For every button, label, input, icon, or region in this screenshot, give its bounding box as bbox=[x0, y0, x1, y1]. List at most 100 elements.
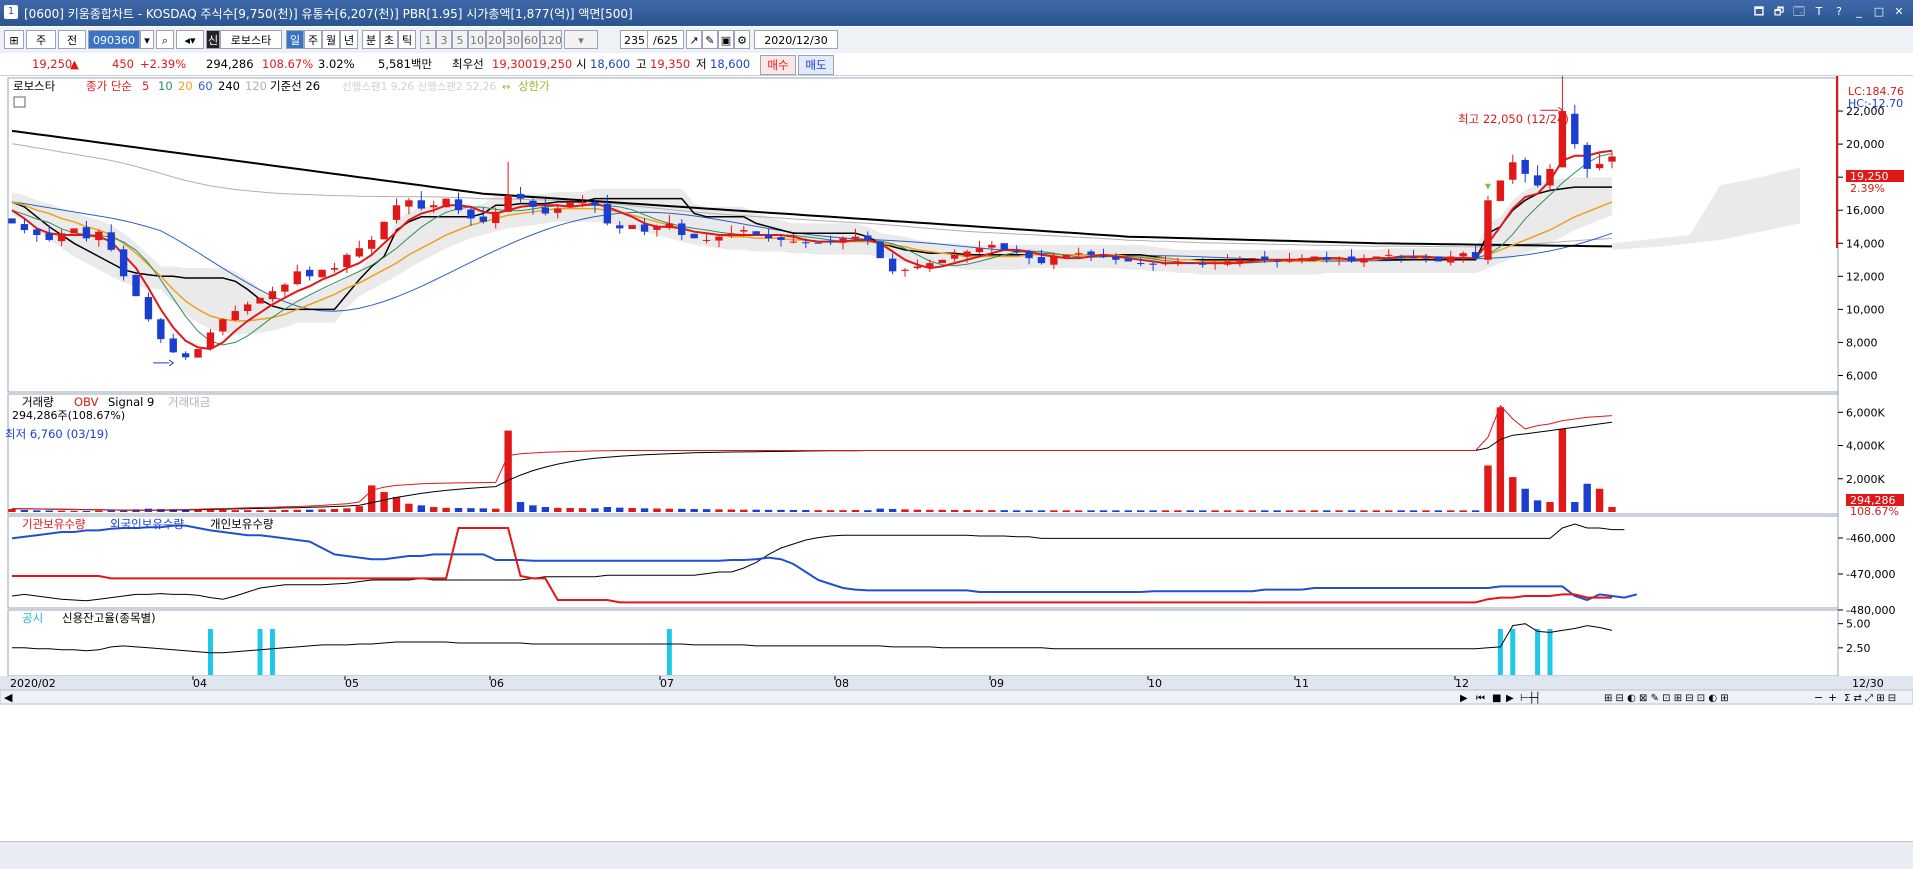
code-input[interactable]: 090360 bbox=[88, 30, 140, 49]
period-week[interactable]: 주 bbox=[304, 30, 322, 49]
volume-bar bbox=[1484, 465, 1492, 512]
sell-button[interactable]: 매도 bbox=[798, 55, 834, 75]
low-price: 18,600 bbox=[710, 57, 751, 71]
market-select[interactable]: 주 bbox=[26, 30, 56, 49]
volume-bar bbox=[888, 509, 897, 512]
candle-body bbox=[988, 244, 996, 248]
date-input[interactable]: 2020/12/30 bbox=[754, 30, 838, 49]
volume-bar bbox=[628, 508, 636, 512]
candle-body bbox=[1124, 258, 1132, 262]
minimize-icon[interactable]: _ bbox=[1851, 4, 1867, 20]
volume-bar bbox=[566, 508, 574, 512]
candle-body bbox=[1397, 256, 1405, 258]
settings-icon[interactable]: ⚙ bbox=[734, 30, 750, 49]
window-icon[interactable]: 🗔 bbox=[1791, 4, 1807, 20]
open-price: 18,600 bbox=[590, 57, 631, 71]
minute-20[interactable]: 20 bbox=[486, 30, 504, 49]
legend-ma20: 20 bbox=[178, 79, 193, 93]
period-day[interactable]: 일 bbox=[286, 30, 304, 49]
buy-button[interactable]: 매수 bbox=[760, 55, 796, 75]
candle-body bbox=[268, 291, 277, 300]
legend-institution: 기관보유수량 bbox=[22, 517, 86, 531]
volume-bar bbox=[1161, 510, 1170, 512]
volume-bar bbox=[1459, 510, 1467, 512]
minute-120[interactable]: 120 bbox=[540, 30, 562, 49]
tools-icon[interactable]: ⊞ ⊟ ◐ ⊠ ✎ ⊡ ⊞ ⊟ ⊡ ◐ ⊞ bbox=[1604, 693, 1729, 704]
scroll-controls[interactable]: ▶ ⏮ ■ ▶ ⊢┼┤ ⊞ ⊟ ◐ ⊠ ✎ ⊡ ⊞ ⊟ ⊡ ◐ ⊞ − + Σ … bbox=[1460, 691, 1896, 704]
maximize-button-icon[interactable]: □ bbox=[1871, 4, 1887, 20]
disclosure-bar bbox=[1510, 629, 1516, 675]
first-page-icon[interactable]: ⏮ bbox=[1476, 693, 1485, 704]
minute-1[interactable]: 1 bbox=[420, 30, 436, 49]
holdings-tick-label: -470,000 bbox=[1846, 568, 1895, 581]
period-month[interactable]: 월 bbox=[322, 30, 340, 49]
maximize-icon[interactable]: 🗖 bbox=[1751, 4, 1767, 20]
minute-10[interactable]: 10 bbox=[468, 30, 486, 49]
candle-body bbox=[1372, 256, 1381, 259]
play-icon[interactable]: ▶ bbox=[1506, 693, 1514, 704]
candle-body bbox=[665, 223, 674, 228]
restore-icon[interactable]: 🗗 bbox=[1771, 4, 1787, 20]
minute-3[interactable]: 3 bbox=[436, 30, 452, 49]
scroll-left-icon[interactable]: ◀ bbox=[4, 691, 13, 704]
volume-bar bbox=[1471, 510, 1480, 512]
save-icon[interactable]: ▣ bbox=[718, 30, 734, 49]
candle-body bbox=[1360, 258, 1368, 263]
disclosure-bar bbox=[257, 629, 263, 675]
period-minute[interactable]: 분 bbox=[362, 30, 380, 49]
zoom-in-icon[interactable]: + bbox=[1828, 691, 1837, 704]
draw-tool-icon[interactable]: ✎ bbox=[702, 30, 718, 49]
volume-bar bbox=[1533, 500, 1542, 512]
count-input[interactable]: 235 bbox=[620, 30, 648, 49]
close-icon[interactable]: ✕ bbox=[1891, 4, 1907, 20]
legend-baseline: 기준선 26 bbox=[270, 79, 320, 93]
candle-body bbox=[293, 271, 301, 285]
volume-value-label: 294,286주(108.67%) bbox=[12, 409, 125, 422]
minute-30[interactable]: 30 bbox=[504, 30, 522, 49]
minute-60[interactable]: 60 bbox=[522, 30, 540, 49]
range-select[interactable]: 전 bbox=[58, 30, 86, 49]
candle-body bbox=[95, 231, 103, 241]
disclosure-bar bbox=[1547, 629, 1553, 675]
candle-body bbox=[1347, 256, 1356, 262]
volume-bar bbox=[938, 509, 946, 512]
candle-body bbox=[1112, 256, 1120, 260]
volume-bar bbox=[243, 510, 252, 512]
volume-bar bbox=[1285, 510, 1294, 512]
stock-name: 로보스타 bbox=[220, 30, 282, 49]
speaker-icon[interactable]: ◂▾ bbox=[176, 30, 204, 49]
volume-bar bbox=[541, 507, 550, 512]
price-tick-label: 8,000 bbox=[1846, 336, 1878, 349]
stop-icon[interactable]: ■ bbox=[1492, 693, 1501, 704]
zoom-out-icon[interactable]: − bbox=[1814, 691, 1823, 704]
toolbar-tail-icon[interactable]: Σ ⇄ ⤢ ⊞ ⊟ bbox=[1844, 693, 1896, 704]
minute-5[interactable]: 5 bbox=[452, 30, 468, 49]
scroll-right-icon[interactable]: ▶ bbox=[1460, 693, 1468, 704]
volume-bar bbox=[1298, 510, 1306, 512]
chart-area[interactable]: 22,00020,00018,00016,00014,00012,00010,0… bbox=[0, 76, 1913, 841]
panel-grid-icon[interactable] bbox=[13, 96, 26, 108]
price-tick-label: 6,000 bbox=[1846, 369, 1878, 382]
period-tick[interactable]: 틱 bbox=[398, 30, 416, 49]
volume-bar bbox=[988, 510, 996, 512]
volume-bar bbox=[1310, 510, 1319, 512]
candle-body bbox=[20, 224, 29, 231]
search-icon[interactable]: ⌕ bbox=[156, 30, 174, 49]
volume-bar bbox=[1087, 510, 1095, 512]
candle-body bbox=[1595, 163, 1604, 169]
candle-body bbox=[132, 274, 140, 297]
interval-select[interactable]: ▾ bbox=[564, 30, 598, 49]
limit-up-marker-icon: ↔ bbox=[502, 82, 510, 93]
volume-bar bbox=[1583, 483, 1591, 512]
candle-body bbox=[1496, 180, 1505, 201]
font-icon[interactable]: T bbox=[1811, 4, 1827, 20]
period-year[interactable]: 년 bbox=[340, 30, 358, 49]
line-tool-icon[interactable]: ↗ bbox=[686, 30, 702, 49]
range-slider-icon[interactable]: ⊢┼┤ bbox=[1520, 691, 1541, 704]
help-icon[interactable]: ? bbox=[1831, 4, 1847, 20]
volume-bar bbox=[826, 510, 835, 512]
volume-bar bbox=[343, 508, 351, 512]
period-second[interactable]: 초 bbox=[380, 30, 398, 49]
chart-menu-icon[interactable]: ⊞ bbox=[4, 30, 24, 49]
code-dropdown-icon[interactable]: ▾ bbox=[140, 30, 154, 49]
